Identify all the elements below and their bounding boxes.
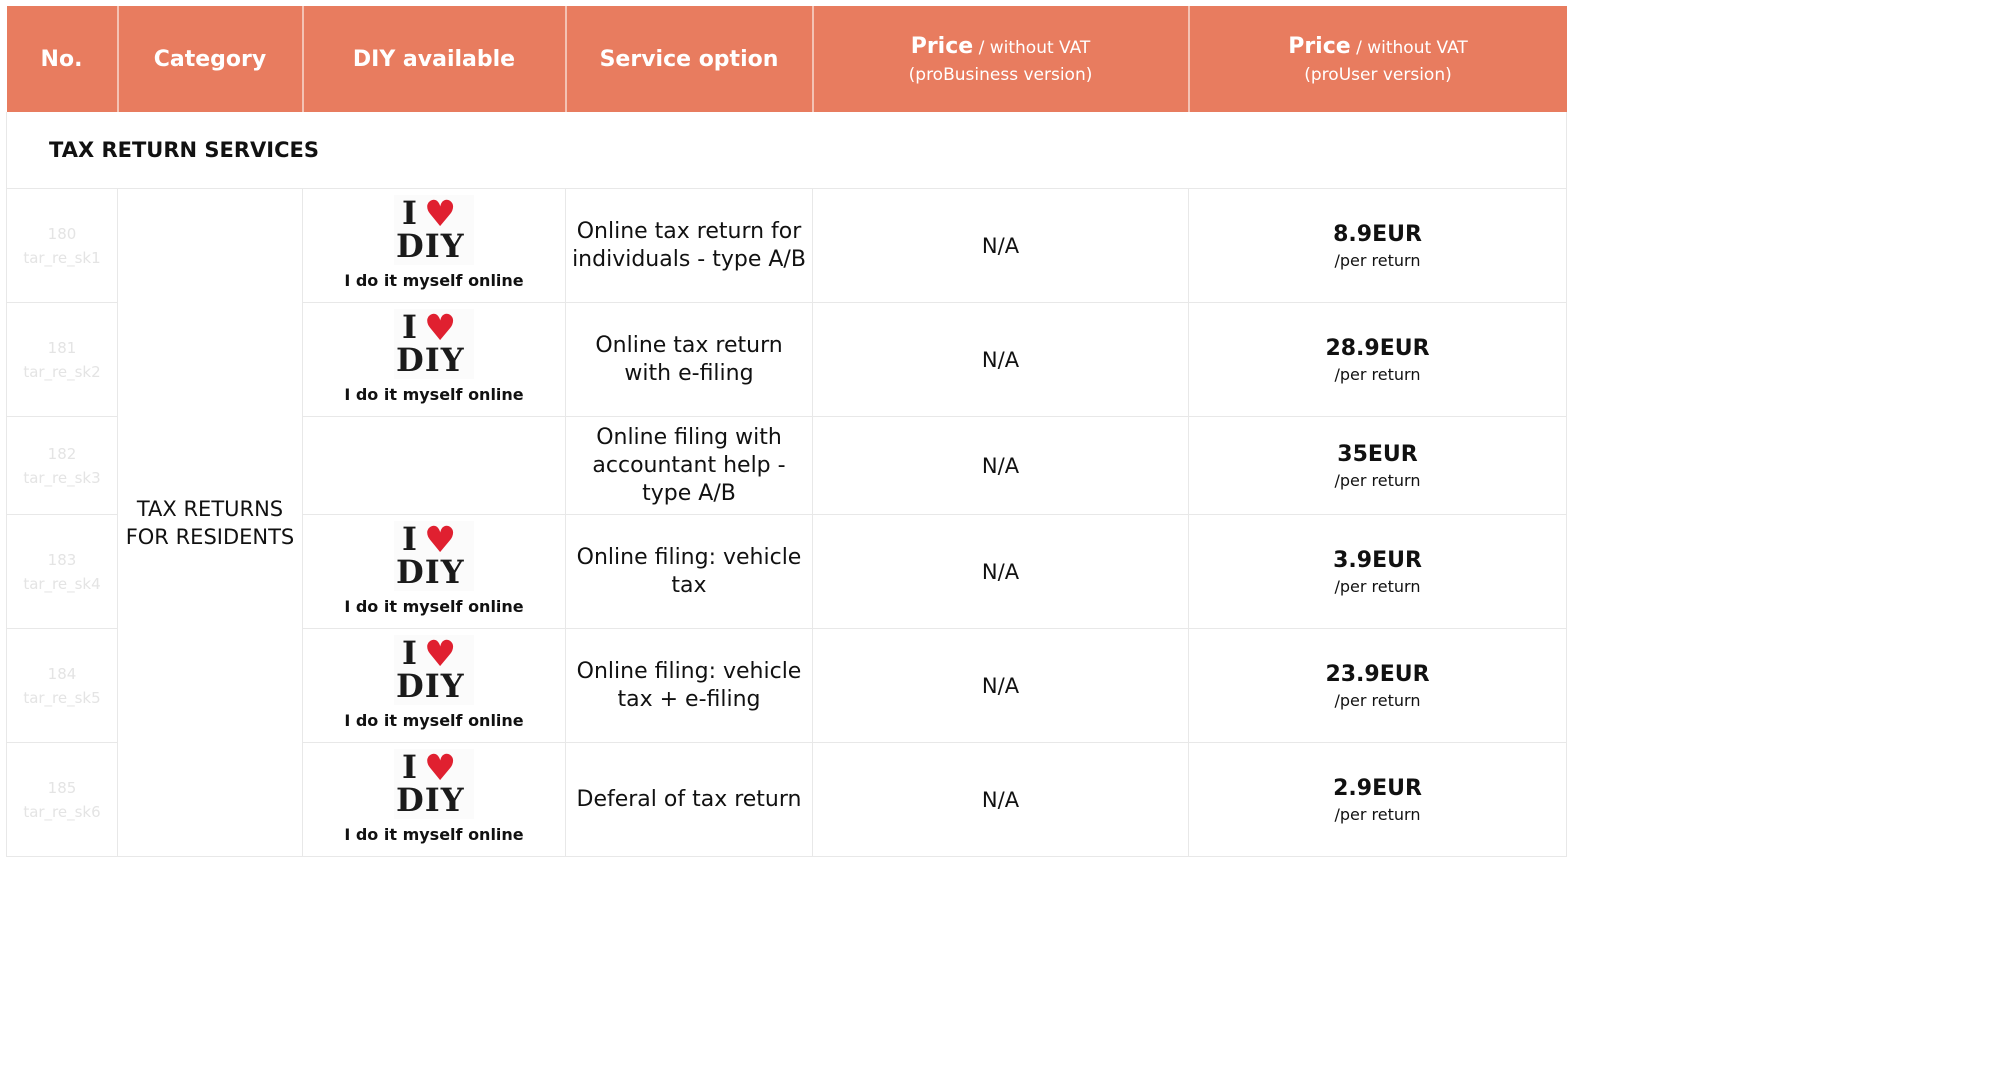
price-unit: /per return: [1334, 364, 1421, 384]
diy-cell: I ♥ DIY I do it myself online: [302, 302, 566, 417]
category-cell: TAX RETURNS FOR RESIDENTS: [117, 188, 303, 857]
probusiness-price: N/A: [812, 514, 1189, 629]
i-love-diy-logo: I ♥ DIY: [394, 195, 474, 265]
row-number: 181 tar_re_sk2: [6, 302, 118, 417]
price-value: 2.9EUR: [1333, 775, 1422, 801]
diy-logo-word: DIY: [396, 553, 465, 591]
diy-badge: I ♥ DIY I do it myself online: [303, 195, 565, 296]
row-number: 182 tar_re_sk3: [6, 416, 118, 515]
diy-badge: I ♥ DIY I do it myself online: [303, 309, 565, 410]
probusiness-version-label: (proBusiness version): [908, 64, 1093, 85]
i-love-diy-logo: I ♥ DIY: [394, 749, 474, 819]
diy-caption: I do it myself online: [344, 597, 524, 616]
probusiness-price: N/A: [812, 188, 1189, 303]
service-option: Online tax return for individuals - type…: [565, 188, 813, 303]
price-unit: /per return: [1334, 804, 1421, 824]
diy-cell: I ♥ DIY I do it myself online: [302, 742, 566, 857]
prouser-version-label: (proUser version): [1304, 64, 1452, 85]
prouser-price: 23.9EUR/per return: [1188, 628, 1567, 743]
service-option: Online filing: vehicle tax + e-filing: [565, 628, 813, 743]
diy-cell-empty: [302, 416, 566, 515]
price-unit: /per return: [1334, 576, 1421, 596]
row-no: 185: [47, 778, 77, 797]
row-code: tar_re_sk6: [23, 802, 101, 821]
row-code: tar_re_sk1: [23, 248, 101, 267]
row-code: tar_re_sk3: [23, 468, 101, 487]
diy-cell: I ♥ DIY I do it myself online: [302, 514, 566, 629]
i-love-diy-logo: I ♥ DIY: [394, 309, 474, 379]
table-row: 180 tar_re_sk1 TAX RETURNS FOR RESIDENTS …: [6, 188, 1567, 857]
diy-caption: I do it myself online: [344, 825, 524, 844]
row-no: 180: [47, 224, 77, 243]
price-label: Price: [910, 33, 974, 59]
row-number: 185 tar_re_sk6: [6, 742, 118, 857]
probusiness-price: N/A: [812, 416, 1189, 515]
row-no: 184: [47, 664, 77, 683]
section-row: TAX RETURN SERVICES: [6, 112, 1567, 189]
header-diy-available: DIY available: [302, 6, 567, 112]
section-title: TAX RETURN SERVICES: [6, 112, 1567, 189]
row-code: tar_re_sk5: [23, 688, 101, 707]
probusiness-price: N/A: [812, 302, 1189, 417]
price-value: 28.9EUR: [1325, 335, 1430, 361]
diy-caption: I do it myself online: [344, 711, 524, 730]
diy-logo-word: DIY: [396, 781, 465, 819]
diy-logo-i: I: [402, 634, 417, 672]
header-service-option: Service option: [565, 6, 814, 112]
prouser-price: 8.9EUR/per return: [1188, 188, 1567, 303]
header-price-prouser: Price / without VAT (proUser version): [1188, 6, 1567, 112]
i-love-diy-logo: I ♥ DIY: [394, 521, 474, 591]
prouser-price: 2.9EUR/per return: [1188, 742, 1567, 857]
diy-logo-word: DIY: [396, 227, 465, 265]
diy-badge: I ♥ DIY I do it myself online: [303, 635, 565, 736]
price-value: 23.9EUR: [1325, 661, 1430, 687]
header-no: No.: [6, 6, 119, 112]
diy-logo-i: I: [402, 194, 417, 232]
service-option: Online tax return with e-filing: [565, 302, 813, 417]
diy-logo-word: DIY: [396, 341, 465, 379]
probusiness-price: N/A: [812, 742, 1189, 857]
diy-logo-i: I: [402, 308, 417, 346]
price-unit: /per return: [1334, 690, 1421, 710]
without-vat-label: / without VAT: [973, 37, 1091, 58]
prouser-price: 28.9EUR/per return: [1188, 302, 1567, 417]
row-no: 181: [47, 338, 77, 357]
service-option: Online filing with accountant help - typ…: [565, 416, 813, 515]
prouser-price: 35EUR/per return: [1188, 416, 1567, 515]
prouser-price: 3.9EUR/per return: [1188, 514, 1567, 629]
row-number: 184 tar_re_sk5: [6, 628, 118, 743]
row-number: 183 tar_re_sk4: [6, 514, 118, 629]
service-option: Deferal of tax return: [565, 742, 813, 857]
diy-logo-word: DIY: [396, 667, 465, 705]
diy-badge: I ♥ DIY I do it myself online: [303, 521, 565, 622]
price-unit: /per return: [1334, 250, 1421, 270]
diy-caption: I do it myself online: [344, 385, 524, 404]
without-vat-label: / without VAT: [1350, 37, 1468, 58]
row-code: tar_re_sk2: [23, 362, 101, 381]
row-code: tar_re_sk4: [23, 574, 101, 593]
diy-cell: I ♥ DIY I do it myself online: [302, 188, 566, 303]
header-row: No. Category DIY available Service optio…: [6, 6, 1567, 112]
diy-logo-i: I: [402, 520, 417, 558]
price-unit: /per return: [1334, 470, 1421, 490]
price-value: 3.9EUR: [1333, 547, 1422, 573]
header-category: Category: [117, 6, 304, 112]
diy-cell: I ♥ DIY I do it myself online: [302, 628, 566, 743]
header-price-probusiness: Price / without VAT (proBusiness version…: [812, 6, 1190, 112]
service-option: Online filing: vehicle tax: [565, 514, 813, 629]
row-no: 182: [47, 444, 77, 463]
row-number: 180 tar_re_sk1: [6, 188, 118, 303]
price-table: No. Category DIY available Service optio…: [6, 6, 1567, 857]
price-value: 35EUR: [1337, 441, 1418, 467]
price-value: 8.9EUR: [1333, 221, 1422, 247]
price-label: Price: [1288, 33, 1351, 59]
probusiness-price: N/A: [812, 628, 1189, 743]
diy-logo-i: I: [402, 748, 417, 786]
i-love-diy-logo: I ♥ DIY: [394, 635, 474, 705]
row-no: 183: [47, 550, 77, 569]
diy-badge: I ♥ DIY I do it myself online: [303, 749, 565, 850]
diy-caption: I do it myself online: [344, 271, 524, 290]
